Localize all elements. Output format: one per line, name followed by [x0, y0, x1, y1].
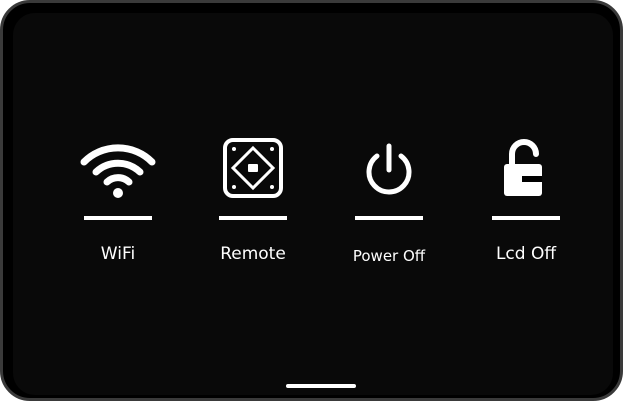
remote-icon [208, 133, 298, 203]
device-frame: WiFi Remote Power Off Lcd Off [0, 0, 623, 401]
menu-item-lcd-off[interactable]: Lcd Off [456, 133, 596, 273]
remote-underline [219, 216, 287, 220]
menu-item-power-off[interactable]: Power Off [319, 133, 459, 273]
lcd-underline [492, 216, 560, 220]
menu-item-remote[interactable]: Remote [183, 133, 323, 273]
wifi-icon [73, 133, 163, 203]
power-icon [344, 133, 434, 203]
lcd-off-label: Lcd Off [495, 244, 557, 264]
wifi-underline [84, 216, 152, 220]
wifi-label: WiFi [100, 244, 136, 264]
home-indicator[interactable] [286, 384, 356, 388]
power-underline [355, 216, 423, 220]
power-off-label: Power Off [352, 247, 426, 265]
remote-label: Remote [220, 244, 286, 264]
unlock-icon [481, 133, 571, 203]
menu-item-wifi[interactable]: WiFi [48, 133, 188, 273]
